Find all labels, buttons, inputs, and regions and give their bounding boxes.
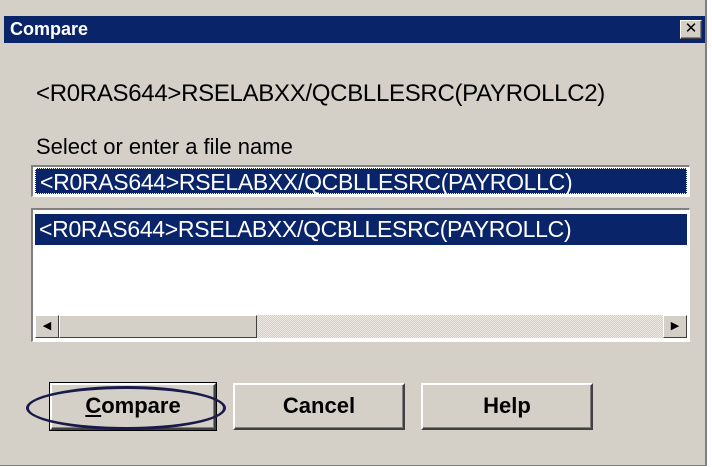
file-name-prompt: Select or enter a file name	[36, 134, 293, 159]
file-name-input-value[interactable]: <R0RAS644>RSELABXX/QCBLLESRC(PAYROLLC)	[35, 168, 687, 195]
compare-button-mnemonic: C	[85, 393, 102, 418]
compare-button[interactable]: Compare	[49, 382, 217, 431]
file-list[interactable]: <R0RAS644>RSELABXX/QCBLLESRC(PAYROLLC) ◀…	[31, 208, 690, 342]
list-item[interactable]: <R0RAS644>RSELABXX/QCBLLESRC(PAYROLLC)	[35, 214, 687, 245]
scroll-right-button[interactable]: ▶	[663, 315, 687, 338]
compare-button-label: ompare	[101, 393, 181, 418]
close-button[interactable]: ✕	[680, 20, 702, 39]
scroll-left-icon: ◀	[42, 320, 52, 332]
help-button[interactable]: Help	[421, 383, 593, 430]
title-bar: Compare ✕	[4, 16, 705, 43]
horizontal-scrollbar[interactable]: ◀ ▶	[35, 315, 687, 338]
close-icon: ✕	[684, 20, 698, 37]
file-name-input[interactable]: <R0RAS644>RSELABXX/QCBLLESRC(PAYROLLC)	[31, 165, 690, 197]
compare-dialog: Compare ✕ <R0RAS644>RSELABXX/QCBLLESRC(P…	[0, 0, 707, 466]
scroll-right-icon: ▶	[670, 320, 680, 332]
source-path-label: <R0RAS644>RSELABXX/QCBLLESRC(PAYROLLC2)	[36, 80, 605, 107]
window-title: Compare	[10, 19, 89, 39]
cancel-button[interactable]: Cancel	[233, 383, 405, 430]
scroll-left-button[interactable]: ◀	[35, 315, 59, 338]
scroll-thumb[interactable]	[59, 315, 257, 338]
